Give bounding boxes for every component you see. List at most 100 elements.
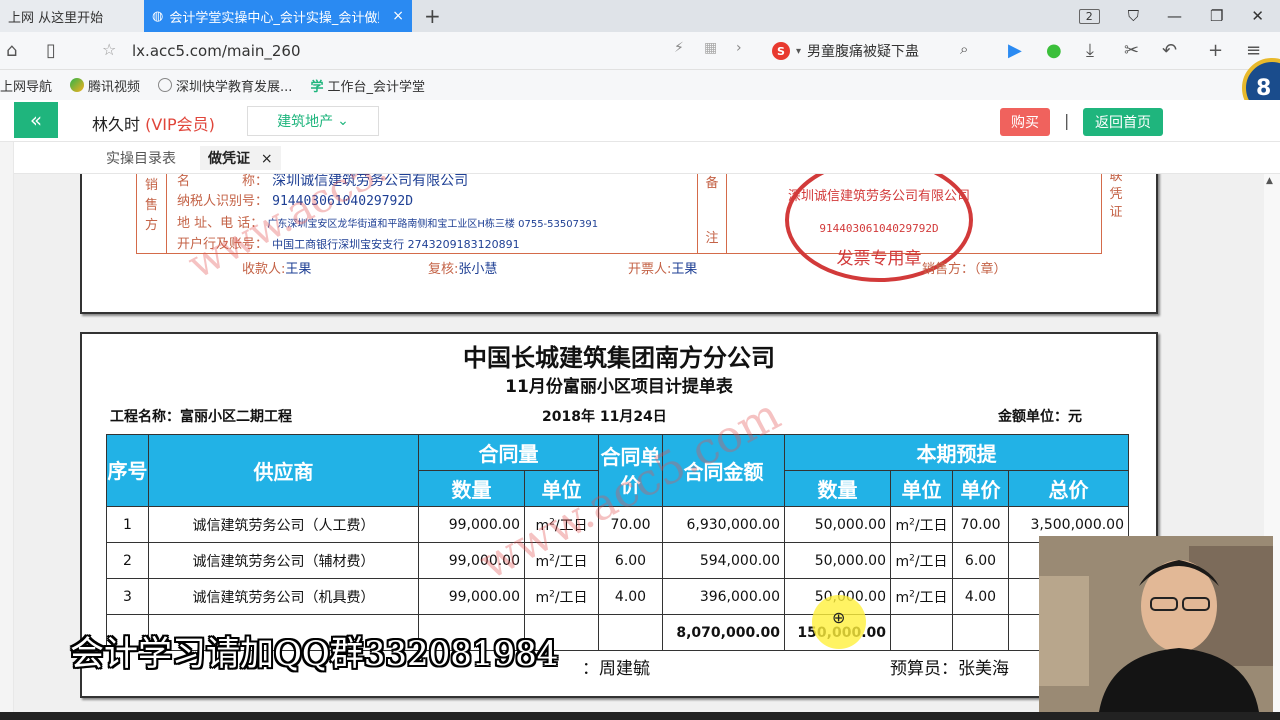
search-icon[interactable]: ⌕ bbox=[960, 40, 968, 58]
qq-group-overlay: 会计学习请加QQ群332081984 bbox=[70, 634, 559, 674]
reviewer-value: 张小慧 bbox=[458, 262, 498, 277]
home-icon[interactable]: ⌂ bbox=[6, 40, 17, 61]
drawer: 开票人:王果 bbox=[628, 258, 697, 277]
undo-icon[interactable]: ↶ bbox=[1162, 40, 1177, 61]
cell-seq: 2 bbox=[106, 542, 149, 579]
tab-catalog[interactable]: 实操目录表 bbox=[106, 148, 176, 168]
browser-tab-active[interactable]: ◍ 会计学堂实操中心_会计实操_会计做账 × bbox=[144, 0, 412, 32]
shirt-icon[interactable]: ⛉ bbox=[1128, 7, 1139, 25]
drawer-value: 王果 bbox=[671, 262, 698, 277]
header-contract-price: 合同单价 bbox=[598, 434, 663, 507]
browser-tab-bar: 上网 从这里开始 ◍ 会计学堂实操中心_会计实操_会计做账 × + 2 ⛉ — … bbox=[0, 0, 1280, 32]
cell-cur-price: 70.00 bbox=[952, 506, 1009, 543]
unit-tail: /工日 bbox=[554, 589, 588, 606]
content-tabs: 实操目录表 做凭证 × bbox=[0, 142, 1280, 174]
cell-qty: 99,000.00 bbox=[418, 506, 525, 543]
header-text: 序号 bbox=[107, 458, 148, 483]
copy-char: 联 bbox=[1109, 174, 1123, 184]
header-row-1: 序号 供应商 合同量 合同单价 合同金额 本期预提 bbox=[106, 434, 1129, 507]
vip-label: (VIP会员) bbox=[145, 115, 215, 134]
bookmark-item[interactable]: 深圳快学教育发展... bbox=[158, 76, 292, 95]
header-cur-price: 单价 bbox=[952, 470, 1009, 507]
header-cur-unit: 单位 bbox=[890, 470, 953, 507]
app-header: « 林久时 (VIP会员) 建筑地产 ⌄ 购买 | 返回首页 bbox=[0, 100, 1280, 142]
url-field[interactable]: lx.acc5.com/main_260 bbox=[132, 42, 301, 60]
download-icon[interactable]: ⤓ bbox=[1086, 40, 1094, 61]
tab-label: 会计学堂实操中心_会计实操_会计做账 bbox=[169, 10, 380, 26]
scroll-up-icon[interactable]: ▲ bbox=[1266, 176, 1273, 186]
tab-count-badge[interactable]: 2 bbox=[1078, 8, 1100, 24]
search-suggestion[interactable]: S ▾ 男童腹痛被疑下蛊 bbox=[772, 41, 919, 61]
collapse-sidebar-button[interactable]: « bbox=[14, 102, 58, 138]
seller-bank-row: 开户行及账号： 中国工商银行深圳宝安支行 2743209183120891 bbox=[177, 233, 520, 252]
close-window-icon[interactable]: ✕ bbox=[1251, 7, 1264, 25]
stamp-taxid: 91440306104029792D bbox=[819, 222, 938, 235]
minimize-icon[interactable]: — bbox=[1167, 7, 1182, 25]
company-title: 中国长城建筑集团南方分公司 bbox=[463, 344, 775, 372]
webcam-video bbox=[1039, 536, 1273, 712]
unit-base: m bbox=[895, 553, 910, 570]
total-amount: 8,070,000.00 bbox=[662, 614, 785, 651]
qr-icon[interactable]: ▦ bbox=[704, 40, 717, 56]
stamp-label: 发票专用章 bbox=[837, 249, 922, 269]
field-label: 纳税人识别号： bbox=[177, 194, 269, 209]
scissors-icon[interactable]: ✂ bbox=[1124, 40, 1139, 61]
field-value: 91440306104029792D bbox=[272, 194, 414, 209]
buy-button[interactable]: 购买 bbox=[1000, 108, 1050, 136]
bookmark-star-icon[interactable]: ☆ bbox=[102, 40, 116, 59]
industry-dropdown[interactable]: 建筑地产 ⌄ bbox=[247, 106, 379, 136]
payee-label: 收款人: bbox=[242, 262, 286, 277]
payee: 收款人:王果 bbox=[242, 258, 311, 277]
close-tab-icon[interactable]: × bbox=[261, 151, 273, 167]
restore-icon[interactable]: ❐ bbox=[1210, 7, 1223, 25]
cell-cur-price: 4.00 bbox=[952, 578, 1009, 615]
cell-empty bbox=[890, 614, 953, 651]
tab-label: 做凭证 bbox=[208, 151, 250, 167]
play-icon[interactable]: ▶ bbox=[1008, 40, 1022, 61]
cell-qty: 99,000.00 bbox=[418, 542, 525, 579]
bookmark-item[interactable]: 腾讯视频 bbox=[70, 76, 140, 95]
field-value: 中国工商银行深圳宝安支行 2743209183120891 bbox=[272, 238, 520, 251]
menu-icon[interactable]: ≡ bbox=[1246, 40, 1261, 61]
copy-char: 证 bbox=[1109, 205, 1123, 220]
user-name-text: 林久时 bbox=[92, 115, 141, 134]
chevron-right-icon[interactable]: › bbox=[736, 40, 742, 56]
close-tab-icon[interactable]: × bbox=[392, 8, 404, 24]
cell-amount: 396,000.00 bbox=[662, 578, 785, 615]
seller-address-row: 地 址、电 话： 广东深圳宝安区龙华街道和平路南侧和宝工业区H栋三楼 0755-… bbox=[177, 212, 598, 231]
taskbar-strip bbox=[0, 712, 1280, 720]
header-unit: 单位 bbox=[524, 470, 599, 507]
unit-tail: /工日 bbox=[554, 553, 588, 570]
unit-tail: /工日 bbox=[554, 517, 588, 534]
cell-seq: 3 bbox=[106, 578, 149, 615]
cell-cur-unit: m2/工日 bbox=[890, 578, 953, 615]
bookmark-item[interactable]: 上网导航 bbox=[0, 76, 52, 95]
cell-cur-unit: m2/工日 bbox=[890, 506, 953, 543]
seller-name-row: 名 称： 深圳诚信建筑劳务公司有限公司 bbox=[177, 174, 468, 190]
budget-signature: 预算员：张美海 bbox=[890, 659, 1009, 679]
project-name: 工程名称：富丽小区二期工程 bbox=[110, 409, 292, 425]
browser-tab-home[interactable]: 上网 从这里开始 bbox=[0, 0, 144, 32]
header-qty: 数量 bbox=[418, 470, 525, 507]
unit-base: m bbox=[895, 589, 910, 606]
tab-label: 上网 从这里开始 bbox=[8, 10, 104, 26]
tab-voucher[interactable]: 做凭证 × bbox=[200, 146, 281, 170]
new-tab-button[interactable]: + bbox=[424, 4, 441, 28]
accrual-table: 序号 供应商 合同量 合同单价 合同金额 本期预提 数量 单位 数量 单位 单价… bbox=[106, 434, 1129, 651]
return-home-button[interactable]: 返回首页 bbox=[1083, 108, 1163, 136]
header-supplier: 供应商 bbox=[148, 434, 419, 507]
side-char: 销 bbox=[144, 178, 158, 193]
bookmark-item[interactable]: 学 工作台_会计学堂 bbox=[310, 76, 425, 95]
header-contract-amount: 合同金额 bbox=[662, 434, 785, 507]
wechat-icon[interactable]: ● bbox=[1046, 40, 1062, 61]
chevron-down-icon: ▾ bbox=[796, 45, 802, 57]
left-rail bbox=[0, 142, 14, 720]
lightning-icon[interactable]: ⚡ bbox=[674, 40, 684, 56]
cell-supplier: 诚信建筑劳务公司（辅材费） bbox=[148, 542, 419, 579]
add-icon[interactable]: + bbox=[1208, 40, 1223, 61]
bookmark-label: 上网导航 bbox=[0, 79, 53, 95]
user-name: 林久时 (VIP会员) bbox=[92, 111, 215, 135]
stamp-company: 深圳诚信建筑劳务公司有限公司 bbox=[788, 188, 970, 204]
field-label: 开户行及账号： bbox=[177, 237, 269, 252]
reader-icon[interactable]: ▯ bbox=[46, 40, 56, 61]
